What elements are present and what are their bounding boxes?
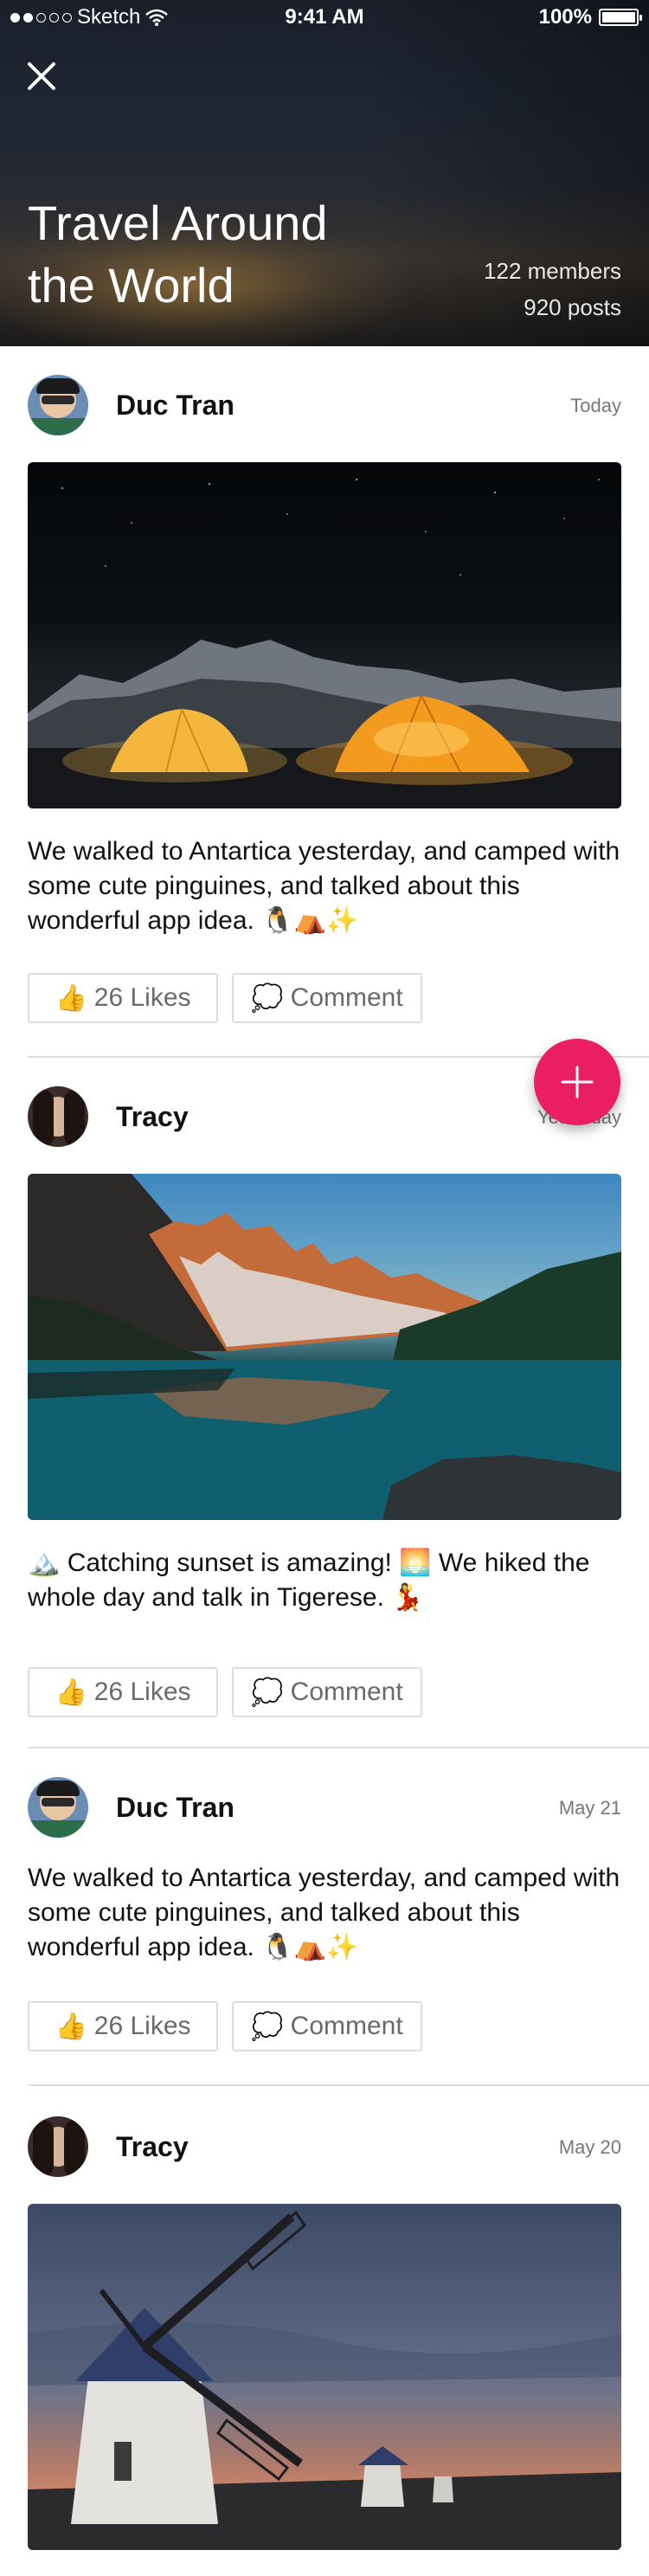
author-name[interactable]: Duc Tran bbox=[116, 390, 235, 422]
like-button[interactable]: 👍 26 Likes bbox=[28, 1667, 218, 1717]
camping-photo bbox=[28, 478, 621, 808]
post-photo-windmill[interactable] bbox=[28, 2204, 621, 2550]
like-count: 26 Likes bbox=[93, 2012, 191, 2040]
group-header: Sketch 9:41 AM 100% Travel Around the Wo… bbox=[0, 0, 649, 346]
post-photo-lake[interactable] bbox=[28, 1174, 621, 1520]
post-date: May 21 bbox=[558, 1797, 621, 1819]
post-text: We walked to Antartica yesterday, and ca… bbox=[28, 1864, 620, 1961]
avatar[interactable] bbox=[28, 2116, 88, 2177]
group-title: Travel Around the World bbox=[28, 196, 328, 312]
members-count: 122 members bbox=[484, 258, 621, 284]
windmill-photo bbox=[28, 2210, 621, 2550]
group-stats: 122 members 920 posts bbox=[484, 253, 621, 325]
author-name[interactable]: Duc Tran bbox=[116, 1792, 235, 1824]
avatar[interactable] bbox=[28, 375, 88, 435]
avatar[interactable] bbox=[28, 1086, 88, 1147]
add-post-button[interactable] bbox=[534, 1039, 620, 1125]
comment-button[interactable]: 💭 Comment bbox=[232, 1667, 422, 1717]
post-photo-tents[interactable] bbox=[28, 462, 621, 808]
post-text: We walked to Antartica yesterday, and ca… bbox=[28, 837, 620, 935]
posts-count: 920 posts bbox=[524, 294, 621, 320]
post-date: May 20 bbox=[558, 2136, 621, 2158]
post-date: Today bbox=[570, 395, 621, 416]
speech-bubble-icon: 💭 bbox=[251, 983, 284, 1013]
comment-button[interactable]: 💭 Comment bbox=[232, 2001, 422, 2051]
like-button[interactable]: 👍 26 Likes bbox=[28, 973, 218, 1023]
battery-percent: 100% bbox=[538, 5, 592, 29]
comment-label: Comment bbox=[290, 983, 403, 1012]
close-icon bbox=[28, 62, 55, 90]
author-name[interactable]: Tracy bbox=[116, 2131, 189, 2163]
battery-icon bbox=[599, 9, 642, 26]
comment-label: Comment bbox=[290, 2012, 403, 2040]
thumbs-up-icon: 👍 bbox=[55, 1678, 87, 1707]
thumbs-up-icon: 👍 bbox=[55, 983, 87, 1013]
close-button[interactable] bbox=[24, 59, 59, 93]
post-divider bbox=[28, 2084, 649, 2086]
speech-bubble-icon: 💭 bbox=[251, 2012, 284, 2041]
like-count: 26 Likes bbox=[93, 983, 191, 1012]
post-text: 🏔️ Catching sunset is amazing! 🌅 We hike… bbox=[28, 1549, 590, 1612]
comment-button[interactable]: 💭 Comment bbox=[232, 973, 422, 1023]
status-bar: Sketch 9:41 AM 100% bbox=[0, 0, 649, 35]
author-name[interactable]: Tracy bbox=[116, 1101, 189, 1133]
speech-bubble-icon: 💭 bbox=[251, 1678, 284, 1707]
plus-icon bbox=[561, 1066, 594, 1098]
like-button[interactable]: 👍 26 Likes bbox=[28, 2001, 218, 2051]
post: Tracy May 20 bbox=[0, 2088, 649, 2576]
like-count: 26 Likes bbox=[93, 1678, 191, 1706]
mountain-lake-photo bbox=[28, 1174, 621, 1520]
post: Duc Tran May 21 We walked to Antartica y… bbox=[0, 1748, 649, 2090]
post: Duc Tran Today We walked to Antartica ye… bbox=[0, 346, 649, 1058]
comment-label: Comment bbox=[290, 1678, 403, 1706]
avatar[interactable] bbox=[28, 1777, 88, 1838]
post: Tracy Yesterday 🏔️ Catching sunset is am… bbox=[0, 1058, 649, 1750]
thumbs-up-icon: 👍 bbox=[55, 2012, 87, 2041]
